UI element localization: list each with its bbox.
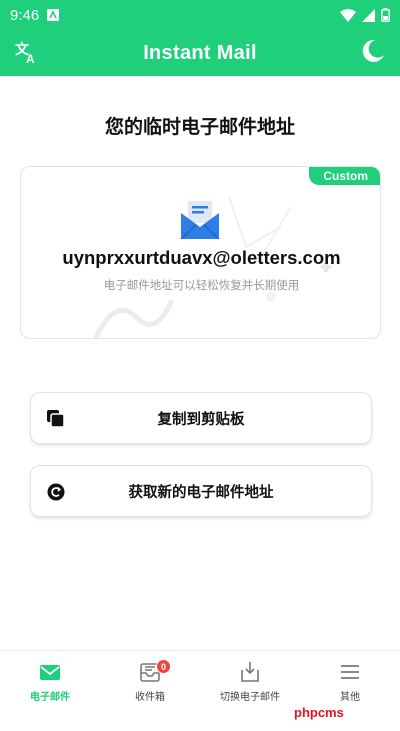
mail-icon	[180, 201, 220, 239]
nav-item-other[interactable]: 其他	[300, 651, 400, 708]
nav-label-inbox: 收件箱	[135, 692, 165, 703]
new-address-button[interactable]: 获取新的电子邮件地址	[30, 465, 372, 517]
nav-label-switch-email: 切换电子邮件	[220, 692, 280, 703]
nav-label-other: 其他	[340, 692, 360, 703]
nav-label-email: 电子邮件	[30, 692, 70, 703]
moon-icon[interactable]	[360, 38, 386, 64]
new-address-button-label: 获取新的电子邮件地址	[128, 484, 274, 501]
nav-item-email[interactable]: 电子邮件	[0, 651, 100, 708]
menu-icon	[341, 665, 359, 679]
envelope-icon	[40, 665, 60, 680]
battery-icon	[381, 8, 390, 22]
email-card: Custom uynprxxurtduavx@oletters.com 电子邮件…	[20, 166, 381, 339]
copy-button-label: 复制到剪贴板	[157, 411, 245, 428]
nav-item-inbox[interactable]: 0 收件箱	[100, 651, 200, 708]
nav-item-switch-email[interactable]: 切换电子邮件	[200, 651, 300, 708]
svg-text:A: A	[26, 52, 35, 65]
app-bar: 文 A Instant Mail	[0, 30, 400, 76]
status-time: 9:46	[10, 6, 40, 24]
copy-to-clipboard-button[interactable]: 复制到剪贴板	[30, 392, 372, 444]
watermark: phpcms	[294, 705, 344, 720]
inbox-count-badge: 0	[156, 659, 171, 674]
refresh-icon	[47, 483, 65, 501]
app-title: Instant Mail	[143, 41, 257, 64]
notification-icon	[47, 9, 60, 21]
translate-icon[interactable]: 文 A	[14, 39, 40, 65]
page-heading: 您的临时电子邮件地址	[104, 116, 295, 138]
wifi-icon	[340, 8, 356, 22]
signal-icon	[362, 8, 375, 22]
email-address[interactable]: uynprxxurtduavx@oletters.com	[21, 247, 380, 269]
custom-badge: Custom	[309, 167, 380, 185]
download-tray-icon	[241, 662, 259, 682]
bottom-nav: 电子邮件 0 收件箱 切换电子邮件 其他	[0, 650, 400, 708]
email-hint: 电子邮件地址可以轻松恢复并长期使用	[103, 278, 300, 292]
status-bar: 9:46	[0, 0, 400, 30]
copy-icon	[47, 410, 65, 428]
